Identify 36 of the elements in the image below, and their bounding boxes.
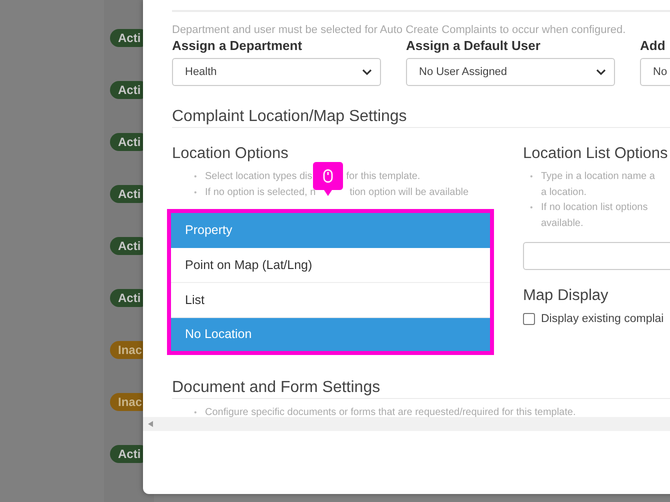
list-option[interactable]: Point on Map (Lat/Lng): [171, 248, 490, 283]
bullet: •: [194, 407, 198, 417]
select-field[interactable]: No: [640, 58, 670, 86]
hint-text: If no option is selected, n: [205, 186, 316, 200]
hint-text: Configure specific documents or forms that are requested/required for this template.: [205, 406, 576, 417]
hint-text: for this template.: [346, 170, 420, 184]
chevron-icon: [596, 68, 606, 76]
hint-text: a location.: [541, 186, 588, 200]
field-label: Assign a Default User: [406, 38, 542, 53]
section-title: Complaint Location/Map Settings: [172, 108, 670, 128]
horizontal-scrollbar[interactable]: [143, 417, 670, 431]
section-title: Document and Form Settings: [172, 379, 670, 399]
chevron-icon: [362, 68, 372, 76]
subsection-title: Location Options: [172, 145, 290, 163]
subsection-title: Map Display: [523, 287, 610, 305]
select-field[interactable]: No User Assigned: [406, 58, 615, 86]
bullet: •: [194, 171, 198, 183]
subsection-title: Location List Options: [523, 145, 669, 163]
hint-text: tion option will be available: [350, 186, 469, 200]
bullet: •: [530, 202, 534, 214]
hint-text: available.: [541, 216, 584, 230]
click-tooltip: [313, 162, 344, 196]
hint-text: Type in a location name a: [541, 170, 655, 184]
bullet: •: [194, 186, 198, 198]
checkbox-label: Display existing complai: [541, 313, 664, 325]
bullet: •: [530, 171, 534, 183]
hint-text: Select location types dis: [205, 170, 312, 184]
input-field[interactable]: [523, 242, 670, 270]
left-arrow-icon[interactable]: [148, 421, 153, 427]
hint-text: Department and user must be selected for Auto Create Complaints to occur when configured.: [172, 24, 627, 36]
mouse-icon: [323, 169, 334, 183]
checkbox[interactable]: [523, 313, 535, 325]
field-label: Add: [640, 38, 666, 53]
hint-text: If no location list options: [541, 201, 648, 215]
select-field[interactable]: Health: [172, 58, 381, 86]
field-label: Assign a Department: [172, 38, 304, 53]
